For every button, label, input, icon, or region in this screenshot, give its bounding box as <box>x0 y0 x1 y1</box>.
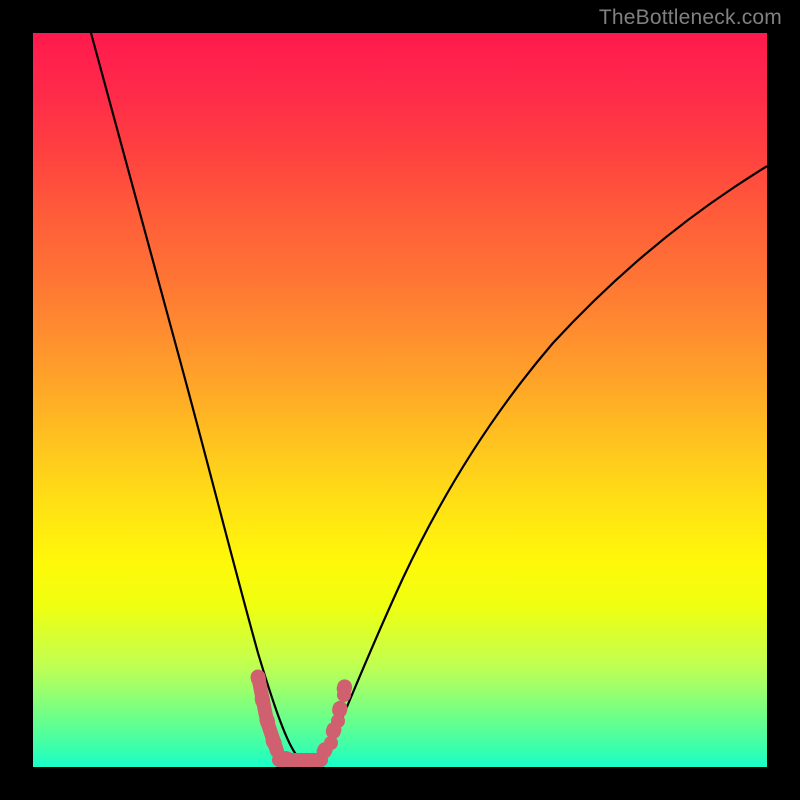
chart-svg <box>33 33 767 767</box>
highlight-dot-2 <box>331 714 345 728</box>
highlight-dot-1 <box>324 736 338 750</box>
chart-plot-area <box>33 33 767 767</box>
highlight-dot-3 <box>337 688 351 702</box>
highlight-valley-marker <box>258 677 345 763</box>
watermark-text: TheBottleneck.com <box>599 6 782 30</box>
highlight-valley-left <box>259 681 277 751</box>
bottleneck-curve-line <box>91 33 767 763</box>
